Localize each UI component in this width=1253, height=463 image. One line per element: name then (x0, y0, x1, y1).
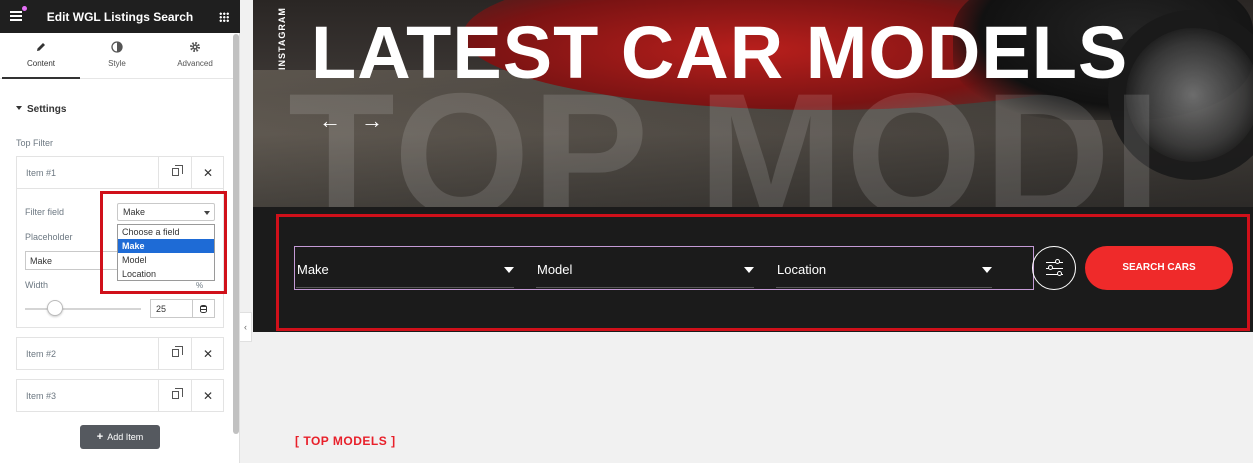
tab-content-label: Content (26, 59, 56, 68)
remove-item-button[interactable]: ✕ (191, 338, 223, 370)
width-unit-selector[interactable]: % (196, 281, 203, 290)
tab-style-label: Style (108, 59, 126, 68)
caret-down-icon (504, 267, 514, 273)
filter-field-label: Filter field (25, 207, 65, 217)
chevron-down-icon (204, 211, 210, 215)
duplicate-item-button[interactable] (158, 380, 190, 412)
gear-icon (190, 42, 200, 52)
dropdown-option[interactable]: Location (118, 267, 214, 281)
plus-icon: + (96, 431, 104, 443)
advanced-filter-button[interactable] (1032, 246, 1076, 290)
settings-section-toggle[interactable]: Settings (16, 104, 66, 115)
hero-title: LATEST CAR MODELS (311, 11, 1129, 94)
width-number-input[interactable]: 25 (150, 299, 193, 318)
filter-field-select[interactable]: Make (117, 203, 215, 221)
repeater-item-3: Item #3 ✕ (16, 379, 224, 412)
repeater-item-2: Item #2 ✕ (16, 337, 224, 370)
panel-title: Edit WGL Listings Search (46, 10, 194, 24)
repeater-item-1-header[interactable]: Item #1 ✕ (17, 157, 223, 189)
duplicate-item-button[interactable] (158, 157, 190, 189)
close-icon: ✕ (203, 166, 214, 180)
tab-style[interactable]: Style (78, 33, 156, 79)
panel-header: Edit WGL Listings Search (0, 0, 240, 33)
location-select[interactable]: Location (776, 254, 992, 288)
add-item-button[interactable]: + Add Item (80, 425, 160, 449)
width-slider-track[interactable] (25, 308, 141, 310)
remove-item-button[interactable]: ✕ (191, 157, 223, 189)
close-icon: ✕ (203, 347, 214, 361)
dropdown-option-selected[interactable]: Make (118, 239, 214, 253)
tab-advanced[interactable]: Advanced (156, 33, 234, 79)
close-icon: ✕ (203, 389, 214, 403)
search-cars-button[interactable]: SEARCH CARS (1085, 246, 1233, 290)
copy-icon (172, 346, 183, 357)
repeater-item-3-header[interactable]: Item #3 ✕ (17, 380, 223, 412)
dynamic-tags-button[interactable] (193, 299, 215, 318)
dropdown-option[interactable]: Choose a field (118, 225, 214, 239)
collapse-panel-button[interactable]: ‹ (240, 312, 252, 342)
editor-panel: Edit WGL Listings Search Content Style A… (0, 0, 240, 463)
filter-field-dropdown: Choose a field Make Model Location (117, 224, 215, 281)
duplicate-item-button[interactable] (158, 338, 190, 370)
caret-down-icon (744, 267, 754, 273)
pencil-icon (37, 43, 45, 51)
repeater-item-2-header[interactable]: Item #2 ✕ (17, 338, 223, 370)
database-icon (200, 305, 207, 313)
repeater-item-title: Item #3 (26, 391, 57, 401)
remove-item-button[interactable]: ✕ (191, 380, 223, 412)
filter-field-value: Make (123, 207, 146, 217)
make-select[interactable]: Make (296, 254, 514, 288)
copy-icon (172, 388, 183, 399)
add-item-label: Add Item (107, 432, 144, 442)
width-slider-handle[interactable] (47, 300, 63, 316)
dropdown-option[interactable]: Model (118, 253, 214, 267)
placeholder-input[interactable]: Make (25, 251, 117, 270)
prev-arrow-icon[interactable]: ← (319, 108, 341, 134)
tab-advanced-label: Advanced (177, 59, 213, 68)
apps-grid-icon[interactable] (219, 12, 229, 22)
make-select-label: Make (297, 262, 329, 277)
tab-content[interactable]: Content (2, 33, 80, 79)
width-label: Width (25, 280, 49, 290)
panel-scrollbar[interactable] (233, 34, 239, 434)
model-select[interactable]: Model (536, 254, 754, 288)
repeater-item-title: Item #1 (26, 168, 57, 178)
placeholder-label: Placeholder (25, 232, 73, 242)
caret-down-icon (16, 106, 22, 110)
top-filter-label: Top Filter (16, 138, 54, 148)
instagram-side-label[interactable]: INSTAGRAM (277, 7, 287, 70)
next-arrow-icon[interactable]: → (361, 108, 383, 134)
top-models-heading: [ TOP MODELS ] (295, 434, 396, 448)
location-select-label: Location (777, 262, 827, 277)
caret-down-icon (982, 267, 992, 273)
model-select-label: Model (537, 262, 573, 277)
hero-banner: TOP MODI INSTAGRAM LATEST CAR MODELS ← → (253, 0, 1253, 207)
panel-tabs: Content Style Advanced (0, 33, 233, 79)
repeater-item-title: Item #2 (26, 349, 57, 359)
copy-icon (172, 165, 183, 176)
settings-section-title: Settings (27, 104, 67, 115)
half-circle-icon (111, 41, 123, 53)
